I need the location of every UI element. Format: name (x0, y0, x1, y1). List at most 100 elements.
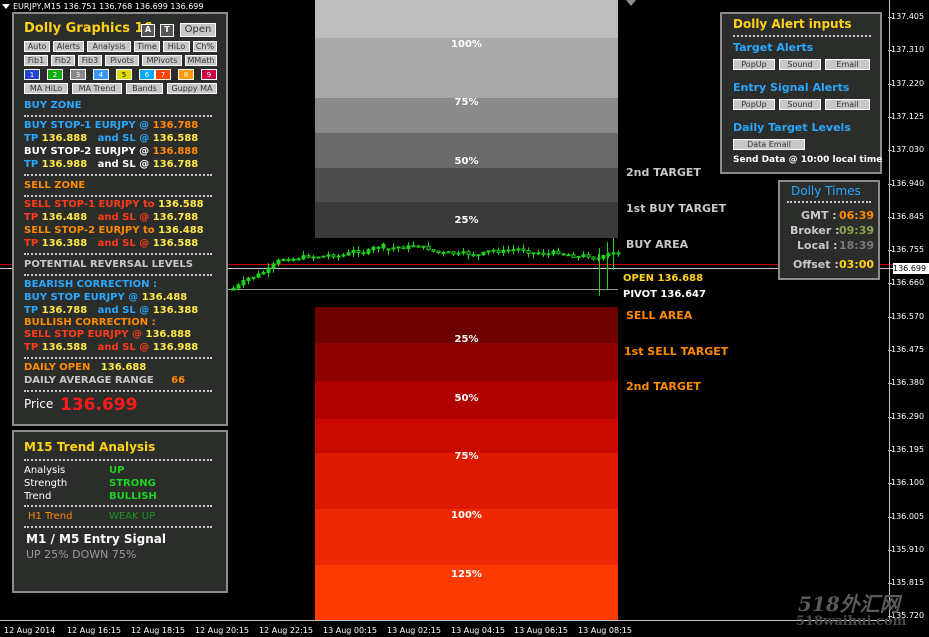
chart-menu-icon[interactable] (2, 4, 10, 9)
gmt-label: GMT : (801, 209, 837, 222)
color-button-6[interactable]: 6 (139, 69, 155, 80)
candle-body (256, 273, 261, 278)
color-button-7[interactable]: 7 (155, 69, 171, 80)
price-tick-label: 136.755 (891, 245, 925, 255)
candle-body (401, 246, 406, 250)
color-button-2[interactable]: 2 (47, 69, 63, 80)
candle-body (531, 252, 536, 255)
candle-body (366, 249, 371, 254)
color-button-8[interactable]: 8 (178, 69, 194, 80)
color-button-1[interactable]: 1 (24, 69, 40, 80)
second-target-down-label: 2nd TARGET (626, 380, 701, 393)
ma-trend-button[interactable]: MA Trend (72, 83, 122, 94)
bullish-stop-text: SELL STOP EURJPY @ 136.888 (24, 329, 192, 340)
fib1-button[interactable]: Fib1 (24, 55, 48, 66)
local-label: Local : (797, 239, 838, 252)
target-sound-button[interactable]: Sound (779, 59, 821, 70)
buy-stop1-text: BUY STOP-1 EURJPY @ 136.788 (24, 120, 199, 131)
candle-body (551, 250, 556, 255)
chart-title-text: EURJPY,M15 136.751 136.768 136.699 136.6… (13, 2, 204, 11)
candle-body (456, 252, 461, 255)
analysis-value: UP (109, 465, 125, 476)
bullish-tp-text: TP 136.588 and SL @ 136.988 (24, 342, 199, 353)
candle-body (371, 246, 376, 251)
target-popup-button[interactable]: PopUp (733, 59, 775, 70)
trend-value: BULLISH (109, 491, 157, 502)
candle-body (406, 245, 411, 250)
color-button-9[interactable]: 9 (201, 69, 217, 80)
sell-area-label: SELL AREA (626, 309, 693, 322)
candle-body (356, 250, 361, 254)
strength-value: STRONG (109, 478, 156, 489)
sell-stop1-tp-text: TP 136.488 and SL @ 136.788 (24, 212, 199, 223)
divider (733, 35, 871, 37)
candle-body (576, 256, 581, 259)
open-button[interactable]: Open (180, 23, 216, 37)
color-button-5[interactable]: 5 (116, 69, 132, 80)
mpivots-button[interactable]: MPivots (142, 55, 182, 66)
candle-body (316, 256, 321, 259)
price-tick-label: 136.845 (891, 211, 925, 221)
ch-percent-button[interactable]: Ch% (193, 41, 217, 52)
time-tick-label: 13 Aug 04:15 (451, 626, 505, 635)
time-tick-label: 13 Aug 02:15 (387, 626, 441, 635)
watermark-logo: 518外汇网 (798, 592, 900, 616)
candle-body (511, 249, 516, 252)
price-value: 136.699 (60, 395, 138, 415)
panel-title: Dolly Graphics 16 (24, 21, 153, 36)
mmath-button[interactable]: MMath (185, 55, 217, 66)
fib2-button[interactable]: Fib2 (51, 55, 75, 66)
candle-body (296, 258, 301, 261)
sell-stop2-tp-text: TP 136.388 and SL @ 136.588 (24, 238, 199, 249)
pivots-button[interactable]: Pivots (105, 55, 139, 66)
chart-shift-marker-icon[interactable] (626, 0, 636, 6)
candle-body (266, 267, 271, 273)
time-button[interactable]: Time (134, 41, 160, 52)
candle-body (506, 249, 511, 252)
candle-body (491, 249, 496, 252)
candle-body (286, 258, 291, 262)
candle-body (311, 256, 316, 259)
divider (24, 526, 212, 528)
gmt-value: 06:39 (839, 209, 875, 222)
local-value: 18:39 (839, 239, 875, 252)
price-tick-label: 136.005 (891, 511, 925, 521)
chart-title: EURJPY,M15 136.751 136.768 136.699 136.6… (2, 2, 204, 11)
ma-hilo-button[interactable]: MA HiLo (24, 83, 68, 94)
price-scale[interactable] (889, 0, 929, 620)
price-tick-label: 136.570 (891, 311, 925, 321)
buy-stop2-text: BUY STOP-2 EURJPY @ 136.888 (24, 146, 199, 157)
candle-body (381, 243, 386, 249)
hilo-button[interactable]: HiLo (163, 41, 190, 52)
fib3-button[interactable]: Fib3 (78, 55, 102, 66)
entry-email-button[interactable]: Email (825, 99, 870, 110)
price-tick-label: 136.195 (891, 444, 925, 454)
guppy-ma-button[interactable]: Guppy MA (167, 83, 217, 94)
candle-body (416, 245, 421, 248)
bands-button[interactable]: Bands (126, 83, 163, 94)
entry-sound-button[interactable]: Sound (779, 99, 821, 110)
candle-body (546, 253, 551, 256)
buy-area-label: BUY AREA (626, 238, 689, 251)
bearish-correction-heading: BEARISH CORRECTION : (24, 279, 157, 290)
candle-body (566, 254, 571, 257)
candle-body (261, 271, 266, 275)
target-email-button[interactable]: Email (825, 59, 870, 70)
broker-label: Broker : (790, 224, 840, 237)
t-button[interactable]: T (160, 24, 174, 37)
candle-body (386, 248, 391, 251)
candle-body (341, 254, 346, 257)
data-email-button[interactable]: Data Email (733, 139, 805, 150)
entry-popup-button[interactable]: PopUp (733, 99, 775, 110)
alerts-button[interactable]: Alerts (53, 41, 84, 52)
divider (24, 115, 212, 117)
color-button-3[interactable]: 3 (70, 69, 86, 80)
offset-value: 03:00 (839, 258, 875, 271)
analysis-button[interactable]: Analysis (87, 41, 131, 52)
a-button[interactable]: A (141, 24, 155, 37)
color-button-4[interactable]: 4 (93, 69, 109, 80)
divider (24, 459, 212, 461)
auto-button[interactable]: Auto (24, 41, 50, 52)
candle-body (451, 251, 456, 255)
first-sell-target-label: 1st SELL TARGET (624, 345, 729, 358)
